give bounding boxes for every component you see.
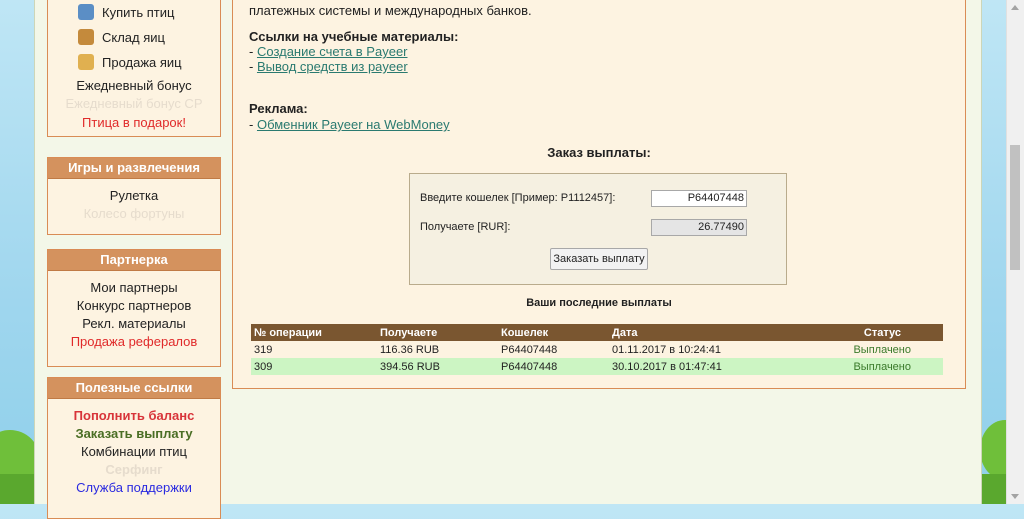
menu-item-sell-eggs[interactable]: Продажа яиц — [78, 52, 182, 72]
menu-item-partner-contest[interactable]: Конкурс партнеров — [48, 297, 220, 315]
eggs-icon — [78, 54, 94, 70]
ad-link-row: - Обменник Payeer на WebMoney — [249, 117, 450, 132]
menu-item-label: Купить птиц — [102, 4, 175, 20]
link-create-payeer-account[interactable]: Создание счета в Payeer — [257, 44, 408, 59]
order-title: Заказ выплаты: — [547, 145, 651, 160]
receive-label: Получаете [RUR]: — [420, 221, 511, 233]
scroll-up-icon[interactable] — [1011, 5, 1019, 10]
vertical-scrollbar[interactable] — [1006, 0, 1024, 504]
dash: - — [249, 117, 254, 132]
games-menu: Игры и развлечения Рулетка Колесо фортун… — [47, 157, 221, 235]
partners-menu: Партнерка Мои партнеры Конкурс партнеров… — [47, 249, 221, 367]
table-row: 319 116.36 RUB P64407448 01.11.2017 в 10… — [251, 341, 943, 358]
receive-amount-field: 26.77490 — [651, 219, 747, 236]
menu-item-surfing[interactable]: Серфинг — [48, 461, 220, 479]
table-header-row: № операции Получаете Кошелек Дата Статус — [251, 324, 943, 341]
main-content: платежных системы и международных банков… — [232, 0, 966, 389]
col-operation: № операции — [251, 324, 377, 341]
cell-operation: 309 — [251, 358, 377, 375]
material-link-row: - Создание счета в Payeer — [249, 44, 408, 59]
scroll-down-icon[interactable] — [1011, 494, 1019, 499]
col-wallet: Кошелек — [498, 324, 609, 341]
materials-title: Ссылки на учебные материалы: — [249, 29, 459, 44]
menu-item-top-up[interactable]: Пополнить баланс — [48, 407, 220, 425]
material-link-row: - Вывод средств из payeer — [249, 59, 408, 74]
cell-date: 01.11.2017 в 10:24:41 — [609, 341, 765, 358]
main-menu: Купить птиц Склад яиц Продажа яиц Ежедне… — [47, 0, 221, 137]
dash: - — [249, 44, 254, 59]
page-wrapper: Купить птиц Склад яиц Продажа яиц Ежедне… — [34, 0, 982, 519]
order-payout-button[interactable]: Заказать выплату — [550, 248, 648, 270]
menu-item-label: Склад яиц — [102, 29, 165, 45]
col-amount: Получаете — [377, 324, 498, 341]
cart-icon — [78, 4, 94, 20]
menu-item-fortune-wheel[interactable]: Колесо фортуны — [48, 205, 220, 223]
col-status: Статус — [765, 324, 943, 341]
useful-links-title: Полезные ссылки — [48, 378, 220, 399]
cell-amount: 394.56 RUB — [377, 358, 498, 375]
cell-amount: 116.36 RUB — [377, 341, 498, 358]
menu-item-promo-materials[interactable]: Рекл. материалы — [48, 315, 220, 333]
menu-item-gift-bird[interactable]: Птица в подарок! — [48, 115, 220, 130]
order-form: Введите кошелек [Пример: P1112457]: P644… — [409, 173, 787, 285]
payouts-title: Ваши последние выплаты — [526, 297, 672, 309]
cell-status: Выплачено — [765, 358, 943, 375]
menu-item-my-partners[interactable]: Мои партнеры — [48, 279, 220, 297]
col-date: Дата — [609, 324, 765, 341]
box-icon — [78, 29, 94, 45]
dash: - — [249, 59, 254, 74]
payouts-table: № операции Получаете Кошелек Дата Статус… — [251, 324, 943, 375]
menu-item-sell-referrals[interactable]: Продажа рефералов — [48, 333, 220, 351]
menu-item-daily-bonus[interactable]: Ежедневный бонус — [48, 78, 220, 93]
menu-item-roulette[interactable]: Рулетка — [48, 187, 220, 205]
useful-links-menu: Полезные ссылки Пополнить баланс Заказат… — [47, 377, 221, 519]
menu-item-egg-storage[interactable]: Склад яиц — [78, 27, 165, 47]
cell-wallet: P64407448 — [498, 341, 609, 358]
partners-menu-title: Партнерка — [48, 250, 220, 271]
ads-title: Реклама: — [249, 101, 308, 116]
link-payeer-webmoney-exchange[interactable]: Обменник Payeer на WebMoney — [257, 117, 450, 132]
menu-item-buy-birds[interactable]: Купить птиц — [78, 2, 174, 22]
menu-item-order-payout[interactable]: Заказать выплату — [48, 425, 220, 443]
wallet-label: Введите кошелек [Пример: P1112457]: — [420, 192, 616, 204]
menu-item-bird-combos[interactable]: Комбинации птиц — [48, 443, 220, 461]
cell-operation: 319 — [251, 341, 377, 358]
games-menu-title: Игры и развлечения — [48, 158, 220, 179]
menu-item-label: Продажа яиц — [102, 54, 182, 70]
menu-item-support[interactable]: Служба поддержки — [48, 479, 220, 497]
cell-status: Выплачено — [765, 341, 943, 358]
menu-item-daily-bonus-cp[interactable]: Ежедневный бонус СР — [48, 96, 220, 111]
intro-text: платежных системы и международных банков… — [249, 3, 532, 18]
cell-date: 30.10.2017 в 01:47:41 — [609, 358, 765, 375]
wallet-input[interactable]: P64407448 — [651, 190, 747, 207]
scrollbar-thumb[interactable] — [1010, 145, 1020, 270]
cell-wallet: P64407448 — [498, 358, 609, 375]
link-withdraw-payeer[interactable]: Вывод средств из payeer — [257, 59, 408, 74]
table-row: 309 394.56 RUB P64407448 30.10.2017 в 01… — [251, 358, 943, 375]
